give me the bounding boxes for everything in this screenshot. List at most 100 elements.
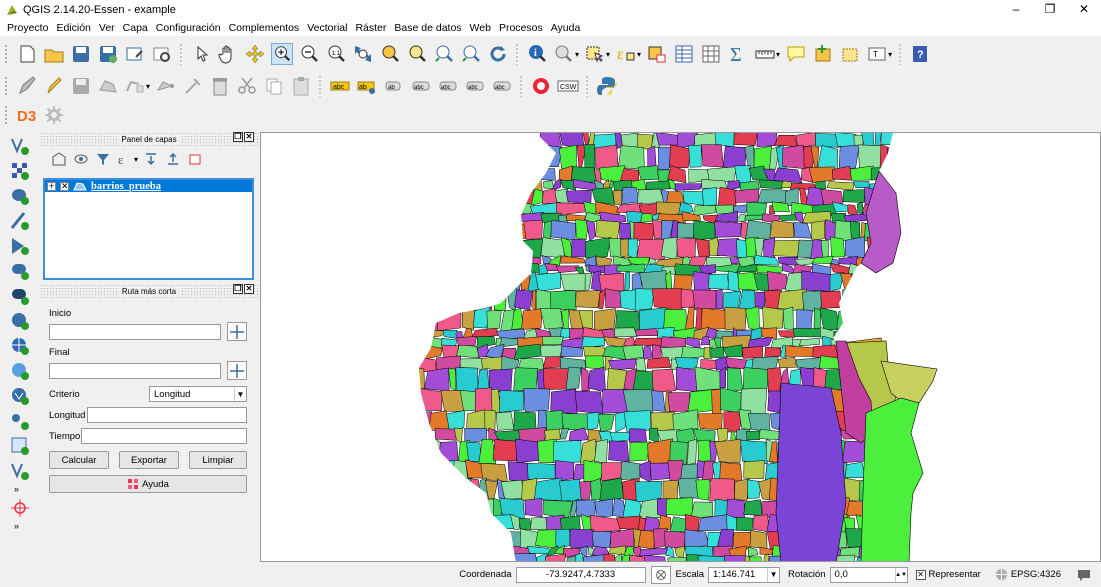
toolbar-grip[interactable] (4, 76, 8, 96)
crs-label[interactable]: EPSG:4326 (1011, 569, 1061, 580)
toolbar-grip[interactable] (4, 105, 8, 125)
measure-icon[interactable] (553, 43, 575, 65)
touch-zoom-icon[interactable] (190, 43, 212, 65)
open-project-icon[interactable] (43, 43, 65, 65)
add-raster-layer-icon[interactable] (9, 160, 31, 182)
collapse-all-icon[interactable] (165, 151, 181, 167)
add-spatialite-layer-icon[interactable] (9, 210, 31, 232)
current-edits-icon[interactable] (16, 75, 38, 97)
add-delimited-text-icon[interactable] (9, 235, 31, 257)
new-project-icon[interactable] (16, 43, 38, 65)
paste-features-icon[interactable] (290, 75, 312, 97)
expand-all-icon[interactable] (143, 151, 159, 167)
filter-expression-icon[interactable]: ε (117, 151, 133, 167)
move-feature-icon[interactable] (124, 75, 146, 97)
vertex-tool-icon[interactable] (155, 75, 177, 97)
crs-globe-icon[interactable] (995, 568, 1008, 581)
add-wfs-layer-icon[interactable] (9, 385, 31, 407)
zoom-native-icon[interactable]: 1:1 (325, 43, 347, 65)
add-oracle-layer-icon[interactable] (9, 310, 31, 332)
zoom-layer-icon[interactable] (379, 43, 401, 65)
ayuda-button[interactable]: Ayuda (49, 475, 247, 493)
menu-ver[interactable]: Ver (99, 22, 115, 34)
text-annotation-icon[interactable]: T (866, 43, 888, 65)
float-panel-button[interactable]: ❐ (233, 284, 243, 294)
zoom-last-icon[interactable] (433, 43, 455, 65)
extents-toggle-icon[interactable] (650, 565, 671, 584)
new-temp-layer-icon[interactable] (9, 410, 31, 432)
menu-procesos[interactable]: Procesos (499, 22, 543, 34)
messages-icon[interactable] (1077, 569, 1091, 581)
select-expression-dropdown-icon[interactable]: ▾ (637, 50, 641, 59)
add-mssql-layer-icon[interactable] (9, 260, 31, 282)
menu-base-de-datos[interactable]: Base de datos (394, 22, 461, 34)
new-bookmark-icon[interactable] (812, 43, 834, 65)
maximize-button[interactable]: ❐ (1033, 0, 1067, 20)
delete-selected-icon[interactable] (209, 75, 231, 97)
move-dropdown-icon[interactable]: ▾ (146, 82, 150, 91)
new-vector-layer-icon[interactable] (9, 460, 31, 482)
left-toolbar-expand-icon-2[interactable]: » (14, 521, 40, 531)
layer-style-icon[interactable] (51, 151, 67, 167)
measure-dropdown-icon[interactable]: ▾ (575, 50, 579, 59)
scale-select[interactable]: 1:146.741 ▼ (708, 566, 781, 583)
add-feature-icon[interactable] (97, 75, 119, 97)
menu-edicion[interactable]: Edición (56, 22, 90, 34)
minimize-button[interactable]: – (999, 0, 1033, 20)
pan-hand-icon[interactable] (217, 43, 239, 65)
spin-arrows-icon[interactable]: ▲▼ (894, 567, 907, 582)
visibility-icon[interactable] (73, 151, 89, 167)
menu-web[interactable]: Web (470, 22, 491, 34)
statistics-icon[interactable]: Σ (727, 43, 749, 65)
label-tool-icon[interactable]: abc (329, 75, 351, 97)
zoom-selection-icon[interactable] (406, 43, 428, 65)
zoom-next-icon[interactable] (460, 43, 482, 65)
expand-toggle[interactable]: + (47, 181, 56, 191)
metasearch-icon[interactable] (530, 75, 552, 97)
menu-configuracion[interactable]: Configuración (156, 22, 221, 34)
pick-start-point-button[interactable] (227, 322, 247, 341)
filter-icon[interactable] (95, 151, 111, 167)
composer-manager-icon[interactable] (151, 43, 173, 65)
select-features-icon[interactable] (584, 43, 606, 65)
cut-features-icon[interactable] (236, 75, 258, 97)
menu-vectorial[interactable]: Vectorial (307, 22, 347, 34)
refresh-icon[interactable] (487, 43, 509, 65)
float-panel-button[interactable]: ❐ (233, 132, 243, 142)
select-dropdown-icon[interactable]: ▾ (606, 50, 610, 59)
menu-capa[interactable]: Capa (123, 22, 148, 34)
menu-complementos[interactable]: Complementos (229, 22, 300, 34)
deselect-icon[interactable] (646, 43, 668, 65)
identify-icon[interactable]: i (526, 43, 548, 65)
select-expression-icon[interactable]: ε (615, 43, 637, 65)
rotate-label-icon[interactable]: abc (437, 75, 459, 97)
help-icon[interactable]: ? (909, 43, 931, 65)
coordinate-field[interactable]: -73.9247,4.7333 (515, 566, 646, 583)
criterio-select[interactable]: Longitud ▼ (149, 386, 247, 402)
toolbar-grip[interactable] (4, 44, 8, 64)
limpiar-button[interactable]: Limpiar (189, 451, 247, 469)
close-panel-button[interactable]: ✕ (244, 284, 254, 294)
menu-raster[interactable]: Ráster (355, 22, 386, 34)
toggle-editing-icon[interactable] (43, 75, 65, 97)
rotation-spinbox[interactable]: 0,0 ▲▼ (829, 566, 908, 583)
render-checkbox[interactable]: ✕ (915, 569, 926, 580)
move-label-icon[interactable]: abc (410, 75, 432, 97)
inicio-input[interactable] (49, 323, 221, 340)
add-wcs-layer-icon[interactable] (9, 360, 31, 382)
pin-labels-icon[interactable]: ab (356, 75, 378, 97)
save-project-icon[interactable] (70, 43, 92, 65)
layer-row[interactable]: + ✕ barrios_prueba (45, 180, 252, 192)
save-edits-icon[interactable] (70, 75, 92, 97)
remove-layer-icon[interactable] (187, 151, 203, 167)
change-label-icon[interactable]: abc (464, 75, 486, 97)
gps-icon[interactable] (9, 497, 31, 519)
add-db2-layer-icon[interactable] (9, 285, 31, 307)
d3-icon[interactable]: D3 (16, 104, 38, 126)
layer-name[interactable]: barrios_prueba (91, 181, 161, 192)
csw-icon[interactable]: CSW (557, 75, 579, 97)
left-toolbar-expand-icon[interactable]: » (14, 484, 40, 494)
change-label-properties-icon[interactable]: abc (491, 75, 513, 97)
attribute-table-icon[interactable] (673, 43, 695, 65)
layer-visibility-checkbox[interactable]: ✕ (60, 181, 69, 191)
